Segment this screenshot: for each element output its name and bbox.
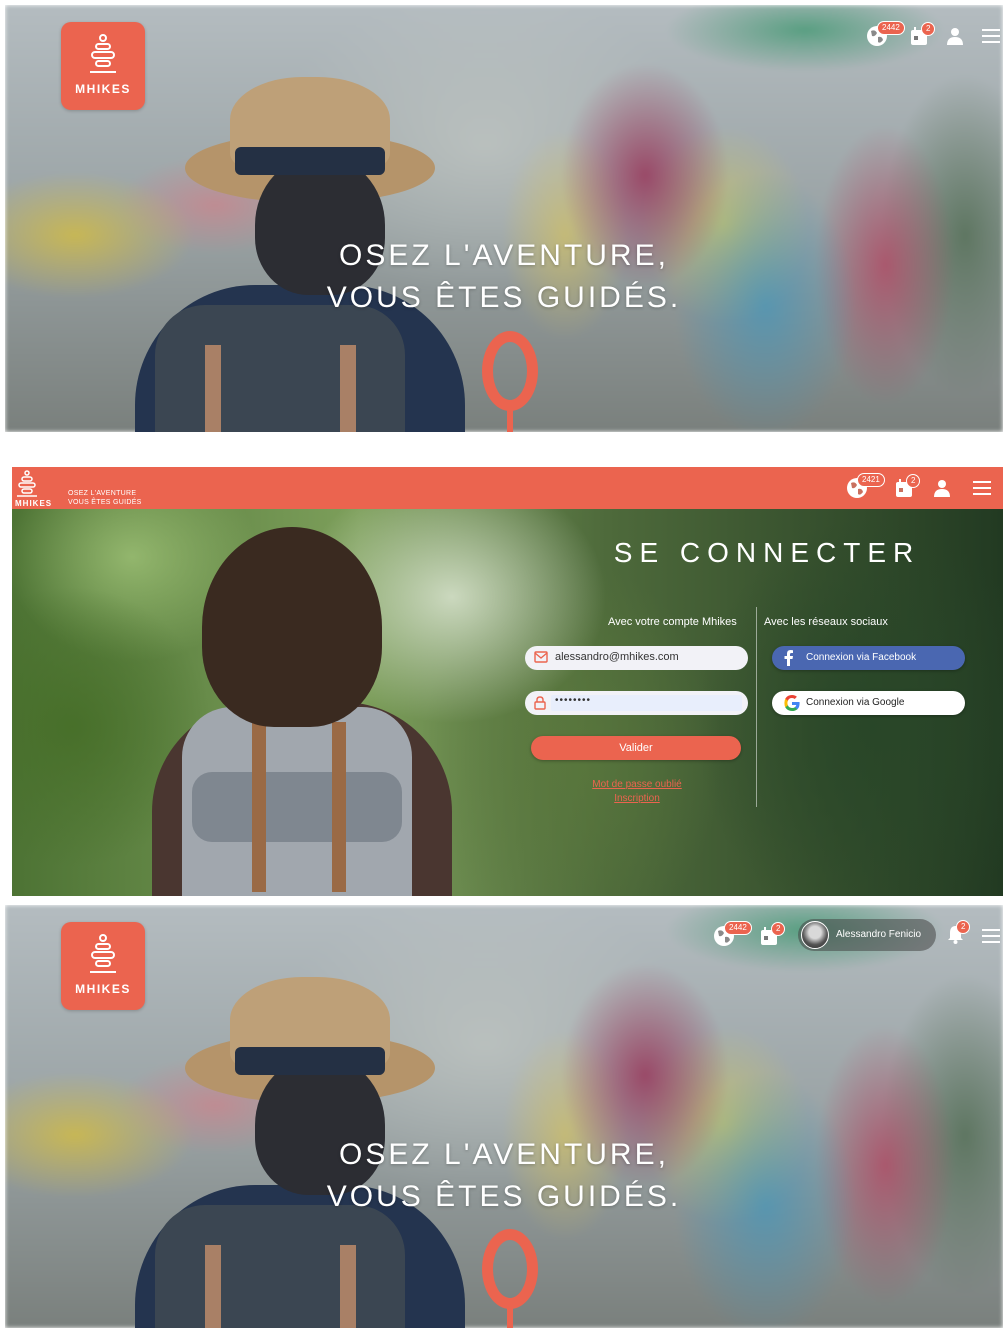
password-field[interactable]: ••••••••: [525, 691, 748, 715]
login-hiker-figure: [132, 522, 452, 896]
facebook-login-button[interactable]: Connexion via Facebook: [772, 646, 965, 670]
forgot-password-link[interactable]: Mot de passe oublié Inscription: [572, 778, 702, 806]
mhikes-logo[interactable]: MHIKES: [61, 22, 145, 110]
facebook-login-label: Connexion via Facebook: [806, 652, 917, 663]
mail-icon: [534, 651, 548, 663]
user-name: Alessandro Fenicio: [836, 929, 922, 940]
email-value: alessandro@mhikes.com: [555, 651, 679, 663]
calendar-count-badge: 2: [906, 474, 921, 488]
facebook-icon: [784, 650, 793, 666]
password-value: ••••••••: [555, 695, 592, 706]
column-divider: [756, 607, 757, 807]
hero-tagline-line1: OSEZ L'AVENTURE,: [339, 1138, 669, 1171]
stacked-stones-icon: [90, 34, 116, 73]
forgot-password-text[interactable]: Mot de passe oublié: [572, 778, 702, 792]
main-menu-button[interactable]: [973, 481, 991, 500]
email-field[interactable]: alessandro@mhikes.com: [525, 646, 748, 670]
mhikes-account-label: Avec votre compte Mhikes: [608, 616, 737, 628]
account-button[interactable]: [934, 479, 950, 502]
login-panel: MHIKES OSEZ L'AVENTURE VOUS ÊTES GUIDÉS …: [12, 467, 1003, 896]
explore-globe-button[interactable]: 2442: [866, 21, 905, 52]
main-menu-button[interactable]: [982, 29, 1000, 48]
globe-count-badge: 2442: [724, 921, 752, 935]
logo-text: MHIKES: [75, 82, 131, 96]
google-login-label: Connexion via Google: [806, 697, 905, 708]
landing-panel-logged-out: MHIKES 2442 2 OSEZ L'AVENTURE, VOUS ÊTES…: [5, 5, 1003, 432]
account-button[interactable]: [947, 27, 963, 50]
google-icon: [784, 695, 800, 711]
calendar-button[interactable]: 2: [760, 922, 786, 951]
main-menu-button[interactable]: [982, 929, 1000, 948]
lock-icon: [534, 696, 546, 710]
login-title: SE CONNECTER: [613, 537, 921, 568]
avatar: [801, 921, 829, 949]
user-icon: [934, 480, 950, 497]
google-login-button[interactable]: Connexion via Google: [772, 691, 965, 715]
hero-tagline-line1: OSEZ L'AVENTURE,: [339, 239, 669, 272]
social-login-label: Avec les réseaux sociaux: [764, 616, 888, 628]
user-profile-chip[interactable]: Alessandro Fenicio: [798, 919, 936, 951]
topbar-tagline-line1: OSEZ L'AVENTURE: [68, 490, 137, 497]
stacked-stones-icon: [90, 934, 116, 973]
menu-icon: [973, 481, 991, 495]
logo-text: MHIKES: [75, 982, 131, 996]
menu-icon: [982, 929, 1000, 943]
globe-count-badge: 2421: [857, 473, 885, 487]
calendar-button[interactable]: 2: [895, 474, 921, 503]
submit-button[interactable]: Valider: [531, 736, 741, 760]
explore-globe-button[interactable]: 2421: [846, 473, 885, 504]
topbar-tagline-line2: VOUS ÊTES GUIDÉS: [68, 499, 142, 506]
explore-globe-button[interactable]: 2442: [713, 921, 752, 952]
user-icon: [947, 28, 963, 45]
signup-link[interactable]: Inscription: [572, 792, 702, 806]
brand-text: MHIKES: [15, 499, 53, 508]
hero-tagline-line2: VOUS ÊTES GUIDÉS.: [326, 281, 682, 314]
stacked-stones-icon: [17, 470, 37, 497]
menu-icon: [982, 29, 1000, 43]
hero-tagline-line2: VOUS ÊTES GUIDÉS.: [326, 1180, 682, 1213]
mhikes-logo[interactable]: MHIKES: [61, 922, 145, 1010]
globe-count-badge: 2442: [877, 21, 905, 35]
top-bar: MHIKES OSEZ L'AVENTURE VOUS ÊTES GUIDÉS …: [12, 467, 1003, 509]
calendar-button[interactable]: 2: [910, 22, 936, 51]
notifications-button[interactable]: 2: [947, 920, 971, 949]
landing-panel-logged-in: MHIKES 2442 2 Alessandro Fenicio 2 OSEZ …: [5, 905, 1003, 1328]
